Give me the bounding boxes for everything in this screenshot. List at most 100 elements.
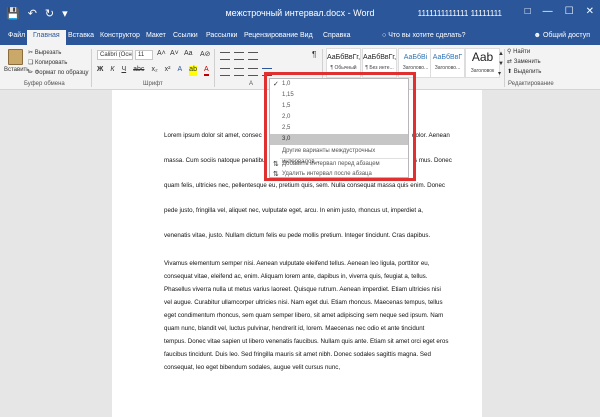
document-line: vel augue. Curabitur ullamcorper ultrici…: [164, 299, 443, 306]
window-title: межстрочный интервал.docx - Word: [225, 8, 375, 18]
clipboard-group-label: Буфер обмена: [24, 81, 65, 87]
copy-label: Копировать: [35, 60, 68, 66]
replace-icon: ⇄: [507, 59, 514, 65]
highlight-icon[interactable]: ab: [189, 66, 197, 76]
document-line: consequat, leo eget bibendum sodales, au…: [164, 364, 341, 371]
paragraph-group-label: А: [249, 81, 254, 87]
font-group-label: Шрифт: [143, 81, 163, 87]
user-name[interactable]: 1111111111111 11111111: [418, 9, 502, 18]
find-label: Найти: [513, 49, 531, 55]
font-name-select[interactable]: Calibri (Осно: [97, 50, 133, 60]
select-button[interactable]: ⬆ Выделить: [507, 68, 541, 75]
document-line: s mus. Donec: [414, 157, 452, 164]
font-size-select[interactable]: 11: [135, 50, 153, 60]
style-preview: АаБбВвГ: [432, 54, 463, 61]
select-label: Выделить: [513, 69, 542, 75]
cut-button[interactable]: ✂ Вырезать: [28, 49, 61, 56]
style-name: ¶ Без инте...: [365, 65, 394, 71]
style-heading-2[interactable]: АаБбВвГ Заголово...: [430, 48, 465, 78]
tab-layout[interactable]: Макет: [146, 32, 166, 39]
superscript-button[interactable]: x²: [165, 66, 171, 76]
person-icon: ☻: [533, 32, 543, 39]
group-divider: [91, 49, 92, 87]
bold-button[interactable]: Ж: [97, 66, 103, 76]
format-painter-button[interactable]: ✏ Формат по образцу: [28, 69, 89, 76]
tab-mailings[interactable]: Рассылки: [206, 32, 237, 39]
close-icon[interactable]: ✕: [586, 6, 594, 17]
style-name: Заголовок: [470, 68, 495, 74]
style-title[interactable]: Aab Заголовок: [465, 48, 500, 78]
subscript-button[interactable]: x₂: [151, 66, 157, 76]
cursor-icon: ⬆: [507, 69, 514, 75]
align-left-icon[interactable]: [220, 68, 230, 76]
document-line: Phasellus viverra nulla ut metus varius …: [164, 286, 441, 293]
multilevel-list-icon[interactable]: [248, 52, 258, 60]
window-buttons: □ — ☐ ✕: [525, 6, 594, 17]
replace-label: Заменить: [513, 59, 541, 65]
align-right-icon[interactable]: [248, 68, 258, 76]
copy-icon: ❏: [28, 60, 36, 66]
tab-insert[interactable]: Вставка: [68, 32, 94, 39]
replace-button[interactable]: ⇄ Заменить: [507, 58, 541, 65]
font-grow-icon[interactable]: A˄: [157, 50, 166, 57]
style-name: ¶ Обычный: [330, 65, 357, 71]
ribbon-options-icon[interactable]: □: [525, 6, 531, 17]
style-name: Заголово...: [434, 65, 461, 71]
tab-home[interactable]: Главная: [27, 30, 66, 45]
font-color-icon[interactable]: A: [203, 66, 209, 76]
font-format-row: Ж К Ч abc x₂ x² A ab A: [97, 66, 209, 76]
document-line: quam nunc, blandit vel, luctus pulvinar,…: [164, 325, 425, 332]
editing-group-label: Редактирование: [508, 81, 554, 87]
share-button[interactable]: ☻ Общий доступ: [534, 32, 590, 39]
document-line: consequat vitae, eleifend ac, enim. Aliq…: [164, 273, 428, 280]
font-shrink-icon[interactable]: A˅: [170, 50, 179, 57]
style-preview: АаБбВвГг,: [363, 54, 397, 61]
minimize-icon[interactable]: —: [543, 6, 553, 17]
title-bar: 💾 ↶ ↻ ▾ межстрочный интервал.docx - Word…: [0, 0, 600, 28]
document-line: pede justo, fringilla vel, aliquet nec, …: [164, 207, 423, 214]
scissors-icon: ✂: [28, 50, 35, 56]
document-line: venenatis vitae, justo. Nullam dictum fe…: [164, 232, 431, 239]
style-name: Заголово...: [402, 65, 429, 71]
brush-icon: ✏: [28, 70, 35, 76]
find-button[interactable]: ⚲ Найти: [507, 48, 530, 55]
maximize-icon[interactable]: ☐: [565, 6, 574, 17]
group-divider: [214, 49, 215, 87]
style-preview: АаБбВвГг,: [327, 54, 361, 61]
document-line: faucibus tincidunt. Duis leo. Sed fringi…: [164, 351, 431, 358]
tell-me-text: Что вы хотите сделать?: [388, 32, 466, 39]
text-effects-icon[interactable]: A: [178, 66, 183, 76]
numbering-icon[interactable]: [234, 52, 244, 60]
group-divider: [504, 49, 505, 87]
tab-help[interactable]: Справка: [323, 32, 350, 39]
paste-button[interactable]: Вставить: [4, 49, 30, 73]
document-line: quam felis, ultricies nec, pellentesque …: [164, 182, 445, 189]
format-painter-label: Формат по образцу: [34, 70, 89, 76]
share-label: Общий доступ: [542, 32, 590, 39]
highlight-frame: [264, 72, 416, 181]
tab-design[interactable]: Конструктор: [100, 32, 140, 39]
italic-button[interactable]: К: [110, 66, 114, 76]
document-line: dolor. Aenean: [412, 132, 450, 139]
ribbon-tabs: Файл Главная Вставка Конструктор Макет С…: [0, 28, 600, 45]
strikethrough-button[interactable]: abc: [133, 66, 144, 76]
bullets-icon[interactable]: [220, 52, 230, 60]
tab-references[interactable]: Ссылки: [173, 32, 198, 39]
tab-view[interactable]: Вид: [300, 32, 313, 39]
style-preview: АаБбВі: [403, 54, 428, 61]
tab-review[interactable]: Рецензирование: [244, 32, 298, 39]
document-line: eget condimentum rhoncus, sem quam sempe…: [164, 312, 444, 319]
clear-format-icon[interactable]: A⊘: [200, 50, 211, 58]
clipboard-icon: [7, 49, 23, 65]
paste-label: Вставить: [4, 67, 30, 73]
change-case-icon[interactable]: Aa: [184, 50, 193, 57]
tab-file[interactable]: Файл: [8, 32, 25, 39]
tell-me-search[interactable]: ○ Что вы хотите сделать?: [382, 32, 466, 39]
underline-button[interactable]: Ч: [121, 66, 126, 76]
cut-label: Вырезать: [34, 50, 62, 56]
align-center-icon[interactable]: [234, 68, 244, 76]
copy-button[interactable]: ❏ Копировать: [28, 59, 67, 66]
style-preview: Aab: [471, 50, 494, 64]
document-line: tempus. Donec vitae sapien ut libero ven…: [164, 338, 449, 345]
pilcrow-icon[interactable]: ¶: [312, 50, 316, 59]
